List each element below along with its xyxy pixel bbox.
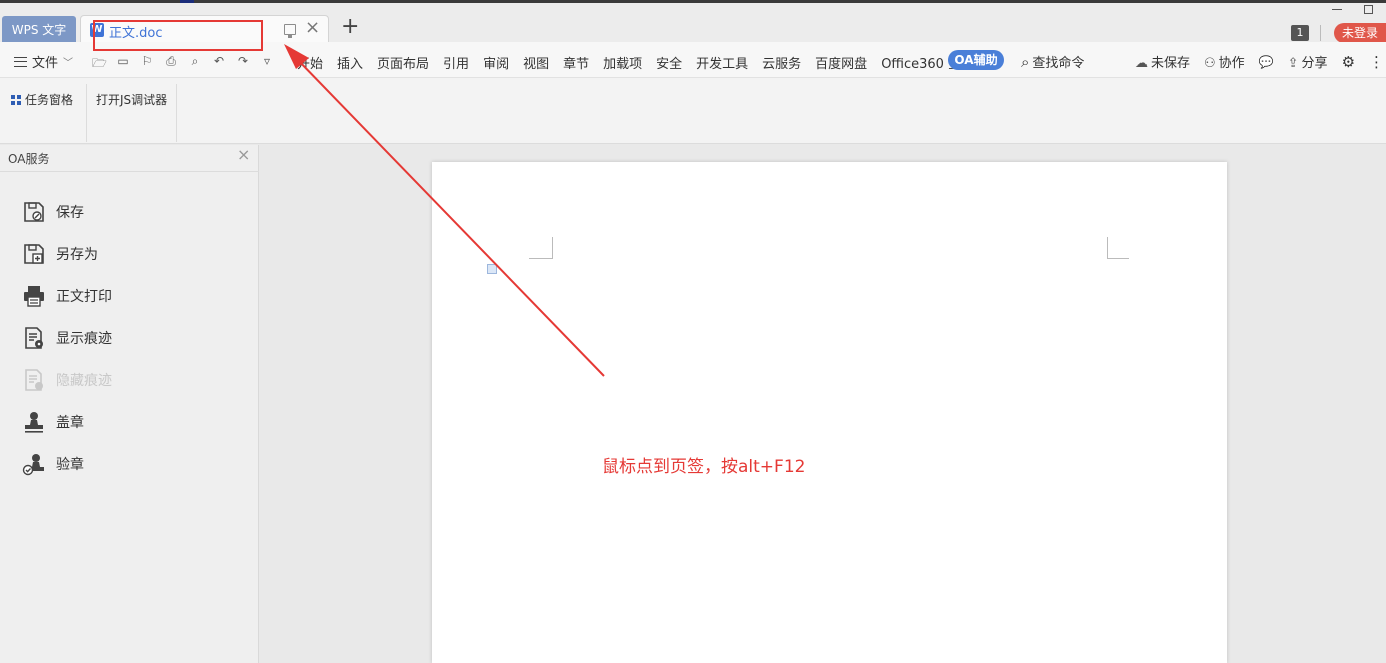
menu-item[interactable]: 百度网盘	[815, 53, 867, 72]
menu-item[interactable]: 云服务	[762, 53, 801, 72]
js-debugger-button[interactable]: 打开JS调试器	[96, 91, 167, 108]
customize-toolbar-icon[interactable]: ▿	[260, 54, 274, 75]
oa-print-button[interactable]: 正文打印	[22, 284, 112, 308]
redo-icon[interactable]: ↷	[236, 54, 250, 75]
oa-show-revisions-button[interactable]: 显示痕迹	[22, 326, 112, 350]
ribbon-divider	[86, 84, 87, 142]
margin-corner-top-right	[1107, 237, 1129, 259]
save-icon[interactable]: ▭	[116, 54, 130, 75]
tab-wps-home-label: WPS 文字	[11, 22, 67, 37]
file-menu-button[interactable]: 文件 ﹀	[14, 52, 73, 71]
oa-save-button[interactable]: 保存	[22, 200, 84, 224]
maximize-icon[interactable]	[1364, 5, 1373, 14]
wps-window: WPS 文字 W 正文.doc × + 1 未登录 文件 ﹀ 🗁 ▭ ⚐ ⎙ ⌕…	[0, 0, 1386, 663]
printer-icon	[24, 286, 44, 307]
menu-item[interactable]: 安全	[656, 53, 682, 72]
search-command[interactable]: ⌕ 查找命令	[1021, 52, 1085, 72]
collaborate-icon: ⚇	[1204, 56, 1216, 71]
ribbon: 任务窗格 打开JS调试器	[0, 78, 1386, 144]
menu-item[interactable]: 引用	[443, 53, 469, 72]
menu-item[interactable]: 开始	[297, 53, 323, 72]
main-menu: 开始 插入 页面布局 引用 审阅 视图 章节 加载项 安全 开发工具 云服务 百度网盘 Office36…	[297, 53, 988, 72]
js-debugger-label: 打开JS调试器	[96, 93, 168, 107]
right-tool-collaborate[interactable]: ⚇ 协作	[1204, 52, 1245, 71]
settings-icon[interactable]: ⚙	[1342, 53, 1355, 71]
right-tool-label: 协作	[1218, 56, 1245, 71]
document-page[interactable]	[432, 162, 1227, 663]
format-painter-icon[interactable]: ⚐	[140, 54, 154, 75]
stamp-icon	[25, 412, 43, 433]
panel-title: OA服务	[8, 152, 50, 166]
menu-item[interactable]: 页面布局	[377, 53, 429, 72]
oa-verify-stamp-button[interactable]: 验章	[22, 452, 84, 476]
oa-item-label: 验章	[56, 457, 84, 473]
menu-item[interactable]: 章节	[563, 53, 589, 72]
more-options-icon[interactable]: ⋮	[1369, 53, 1384, 71]
image-placeholder-icon	[487, 264, 497, 274]
minimize-icon[interactable]	[1332, 9, 1342, 10]
oa-stamp-button[interactable]: 盖章	[22, 410, 84, 434]
close-tab-icon[interactable]: ×	[305, 17, 320, 38]
margin-corner-top-left	[529, 237, 553, 259]
right-tool-share[interactable]: ⇪ 分享	[1288, 52, 1328, 71]
file-menu-label: 文件	[32, 56, 59, 71]
hide-revisions-icon	[25, 369, 43, 391]
title-divider	[1320, 25, 1321, 41]
menu-item[interactable]: 视图	[523, 53, 549, 72]
oa-item-label: 隐藏痕迹	[56, 373, 112, 389]
tab-highlight-box	[93, 20, 263, 51]
tab-wps-home[interactable]: WPS 文字	[2, 16, 76, 42]
hamburger-icon	[14, 56, 27, 67]
close-panel-icon[interactable]: ×	[237, 145, 250, 164]
panel-divider	[0, 171, 259, 172]
right-tool-label: 分享	[1301, 56, 1328, 71]
menu-item[interactable]: 审阅	[483, 53, 509, 72]
oa-assist-button[interactable]: OA辅助	[948, 50, 1004, 70]
task-pane-label: 任务窗格	[25, 93, 74, 107]
login-button[interactable]: 未登录	[1334, 23, 1386, 43]
menu-item[interactable]: 开发工具	[696, 53, 748, 72]
search-command-label: 查找命令	[1032, 56, 1085, 71]
chevron-down-icon: ﹀	[63, 58, 74, 69]
verify-stamp-icon	[22, 454, 44, 476]
oa-item-label: 保存	[56, 205, 84, 221]
ribbon-divider	[176, 84, 177, 142]
save-as-icon	[24, 244, 44, 264]
print-icon[interactable]: ⎙	[164, 54, 178, 75]
right-toolbar: ☁ 未保存 ⚇ 协作 💬 ⇪ 分享 ⚙ ⋮	[1135, 52, 1386, 72]
right-tool-label: 未保存	[1151, 56, 1191, 71]
search-icon: ⌕	[1021, 52, 1030, 71]
oa-service-panel: OA服务 × 保存 另存为 正文打印 显示痕迹 隐藏痕迹 盖章 验章	[0, 145, 259, 663]
oa-save-as-button[interactable]: 另存为	[22, 242, 98, 266]
pin-tab-icon[interactable]	[284, 24, 296, 38]
grid-icon	[11, 94, 21, 105]
menu-item[interactable]: 加载项	[603, 53, 642, 72]
open-folder-icon[interactable]: 🗁	[92, 54, 107, 75]
save-icon	[24, 202, 44, 222]
oa-hide-revisions-button: 隐藏痕迹	[22, 368, 112, 392]
oa-item-label: 盖章	[56, 415, 84, 431]
menu-item[interactable]: 插入	[337, 53, 363, 72]
show-revisions-icon	[25, 327, 43, 349]
window-count-badge[interactable]: 1	[1291, 25, 1309, 41]
cloud-icon: ☁	[1135, 56, 1148, 71]
undo-icon[interactable]: ↶	[212, 54, 226, 75]
annotation-text: 鼠标点到页签，按alt+F12	[602, 457, 806, 477]
add-tab-button[interactable]: +	[341, 15, 359, 39]
oa-item-label: 显示痕迹	[56, 331, 112, 347]
comment-icon[interactable]: 💬	[1259, 55, 1274, 69]
oa-item-label: 另存为	[56, 247, 98, 263]
print-preview-icon[interactable]: ⌕	[188, 54, 202, 75]
quick-access-toolbar: 🗁 ▭ ⚐ ⎙ ⌕ ↶ ↷ ▿	[92, 54, 274, 75]
right-tool-cloud[interactable]: ☁ 未保存	[1135, 52, 1190, 71]
task-pane-button[interactable]: 任务窗格	[11, 91, 73, 108]
share-icon: ⇪	[1287, 56, 1299, 71]
oa-item-label: 正文打印	[56, 289, 112, 305]
